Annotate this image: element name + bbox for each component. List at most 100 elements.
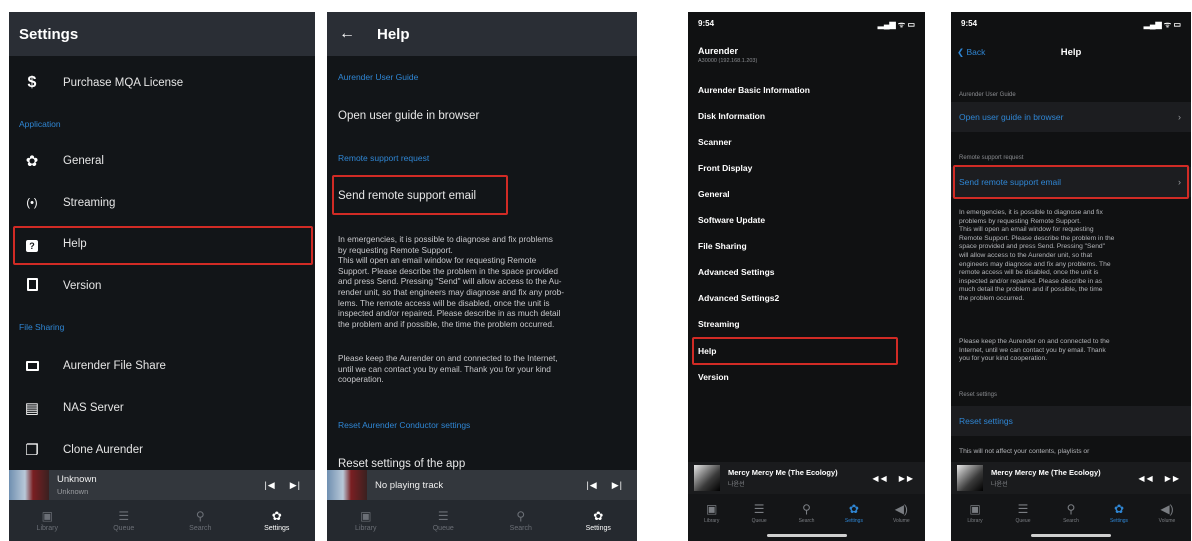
volume-icon: ◀) [1160,502,1174,516]
tab-library[interactable]: ▣ Library [688,494,735,541]
nas-server-label: NAS Server [63,402,124,414]
clone-icon: ❐ [25,442,39,459]
reset-app-settings-item[interactable]: Reset settings of the app [338,458,465,470]
status-time: 9:54 [698,19,715,28]
streaming-item[interactable]: (•) Streaming [9,182,315,224]
file-share-item[interactable]: Aurender File Share [9,345,315,387]
library-icon: ▣ [706,502,718,516]
tab-bar: ▣ Library ☰ Queue ⚲ Search ✿ Settings ◀) Volu… [688,494,925,541]
menu-advanced-settings[interactable]: Advanced Settings [698,267,775,277]
section-remote-support: Remote support request [959,155,1024,161]
next-icon[interactable]: ▶| [612,480,623,491]
section-remote-support: Remote support request [338,153,430,163]
nav-settings[interactable]: ✿ Settings [560,500,638,541]
reset-label: Reset settings [959,416,1013,426]
previous-icon[interactable]: |◀ [586,480,597,491]
queue-icon: ☰ [1017,502,1029,516]
remote-support-note: Please keep the Aurender on and connecte… [959,338,1110,363]
menu-scanner[interactable]: Scanner [698,137,732,147]
menu-streaming[interactable]: Streaming [698,319,740,329]
section-user-guide: Aurender User Guide [959,92,1016,98]
mini-player[interactable]: Mercy Mercy Me (The Ecology) 나윤선 ◀◀ ▶▶ [951,462,1191,494]
purchase-mqa-item[interactable]: $ Purchase MQA License [9,62,315,104]
nav-queue[interactable]: ☰ Queue [405,500,483,541]
tab-label: Queue [1015,518,1031,524]
rewind-icon[interactable]: ◀◀ [872,474,888,483]
track-artist: Unknown [57,487,89,496]
tab-label: Search [798,518,815,524]
nav-search[interactable]: ⚲ Search [162,500,239,541]
server-icon: ▤ [24,400,40,417]
menu-front-display[interactable]: Front Display [698,163,752,173]
album-art [694,465,720,491]
status-icons: ▂▄▆ ᯤ ▭ [877,20,915,29]
menu-disk-info[interactable]: Disk Information [698,111,765,121]
status-bar: 9:54 ▂▄▆ ᯤ ▭ [698,19,915,33]
bottom-nav: ▣ Library ☰ Queue ⚲ Search ✿ Settings [327,500,637,541]
remote-support-note: Please keep the Aurender on and connecte… [338,353,558,385]
tab-library[interactable]: ▣ Library [951,494,999,541]
previous-icon[interactable]: |◀ [264,480,275,491]
general-item[interactable]: ✿ General [9,140,315,182]
home-indicator [766,534,847,537]
tab-volume[interactable]: ◀) Volume [1143,494,1191,541]
clone-label: Clone Aurender [63,444,143,456]
page-title: Help [1060,46,1082,58]
back-arrow-icon[interactable]: ← [339,25,355,43]
track-title: Unknown [57,474,97,485]
tab-volume[interactable]: ◀) Volume [878,494,925,541]
menu-version[interactable]: Version [698,372,729,382]
open-user-guide-item[interactable]: Open user guide in browser [338,110,479,122]
nav-queue[interactable]: ☰ Queue [86,500,163,541]
dollar-icon: $ [27,74,37,91]
tab-label: Search [1063,518,1079,524]
send-email-highlight-box [332,175,508,215]
android-help-screen: ← Help Aurender User Guide Open user gui… [327,12,637,541]
tab-label: Volume [1158,518,1176,524]
nav-settings[interactable]: ✿ Settings [239,500,316,541]
reset-settings-item[interactable]: Reset settings [951,406,1191,436]
nav-label: Queue [432,525,454,532]
app-bar: Settings [9,12,315,56]
help-highlight-box [13,226,313,265]
menu-basic-info[interactable]: Aurender Basic Information [698,85,810,95]
mini-player[interactable]: Unknown Unknown |◀ ▶| [9,470,315,500]
nav-label: Search [189,525,212,532]
app-bar: ← Help [327,12,637,56]
mini-player[interactable]: No playing track |◀ ▶| [327,470,637,500]
nav-library[interactable]: ▣ Library [327,500,405,541]
status-time: 9:54 [961,19,978,28]
monitor-icon [21,358,43,375]
general-label: General [63,155,104,167]
next-icon[interactable]: ▶| [290,480,301,491]
nav-label: Search [509,525,532,532]
clone-aurender-item[interactable]: ❐ Clone Aurender [9,429,315,471]
album-art [327,470,367,500]
tab-label: Library [967,518,983,524]
rewind-icon[interactable]: ◀◀ [1138,474,1154,483]
search-icon: ⚲ [516,509,526,523]
device-name: Aurender [698,46,739,56]
version-item[interactable]: Version [9,265,315,307]
bottom-nav: ▣ Library ☰ Queue ⚲ Search ✿ Settings [9,500,315,541]
nav-library[interactable]: ▣ Library [9,500,86,541]
search-icon: ⚲ [195,509,205,523]
menu-software-update[interactable]: Software Update [698,215,765,225]
forward-icon[interactable]: ▶▶ [899,474,915,483]
mini-player[interactable]: Mercy Mercy Me (The Ecology) 나윤선 ◀◀ ▶▶ [688,462,925,494]
ios-settings-screen: 9:54 ▂▄▆ ᯤ ▭ Aurender A30000 (192.168.1.… [688,12,925,541]
document-icon [21,277,43,295]
gear-icon: ✿ [848,502,859,516]
open-user-guide-item[interactable]: Open user guide in browser › [951,102,1191,132]
remote-support-description: In emergencies, it is possible to diagno… [338,234,564,329]
status-bar: 9:54 ▂▄▆ ᯤ ▭ [961,19,1181,33]
nav-search[interactable]: ⚲ Search [482,500,560,541]
search-icon: ⚲ [802,502,811,516]
forward-icon[interactable]: ▶▶ [1165,474,1181,483]
page-title: Help [377,25,410,43]
menu-general[interactable]: General [698,189,730,199]
menu-advanced-settings2[interactable]: Advanced Settings2 [698,293,779,303]
section-user-guide: Aurender User Guide [338,72,419,82]
nas-server-item[interactable]: ▤ NAS Server [9,387,315,429]
menu-file-sharing[interactable]: File Sharing [698,241,747,251]
